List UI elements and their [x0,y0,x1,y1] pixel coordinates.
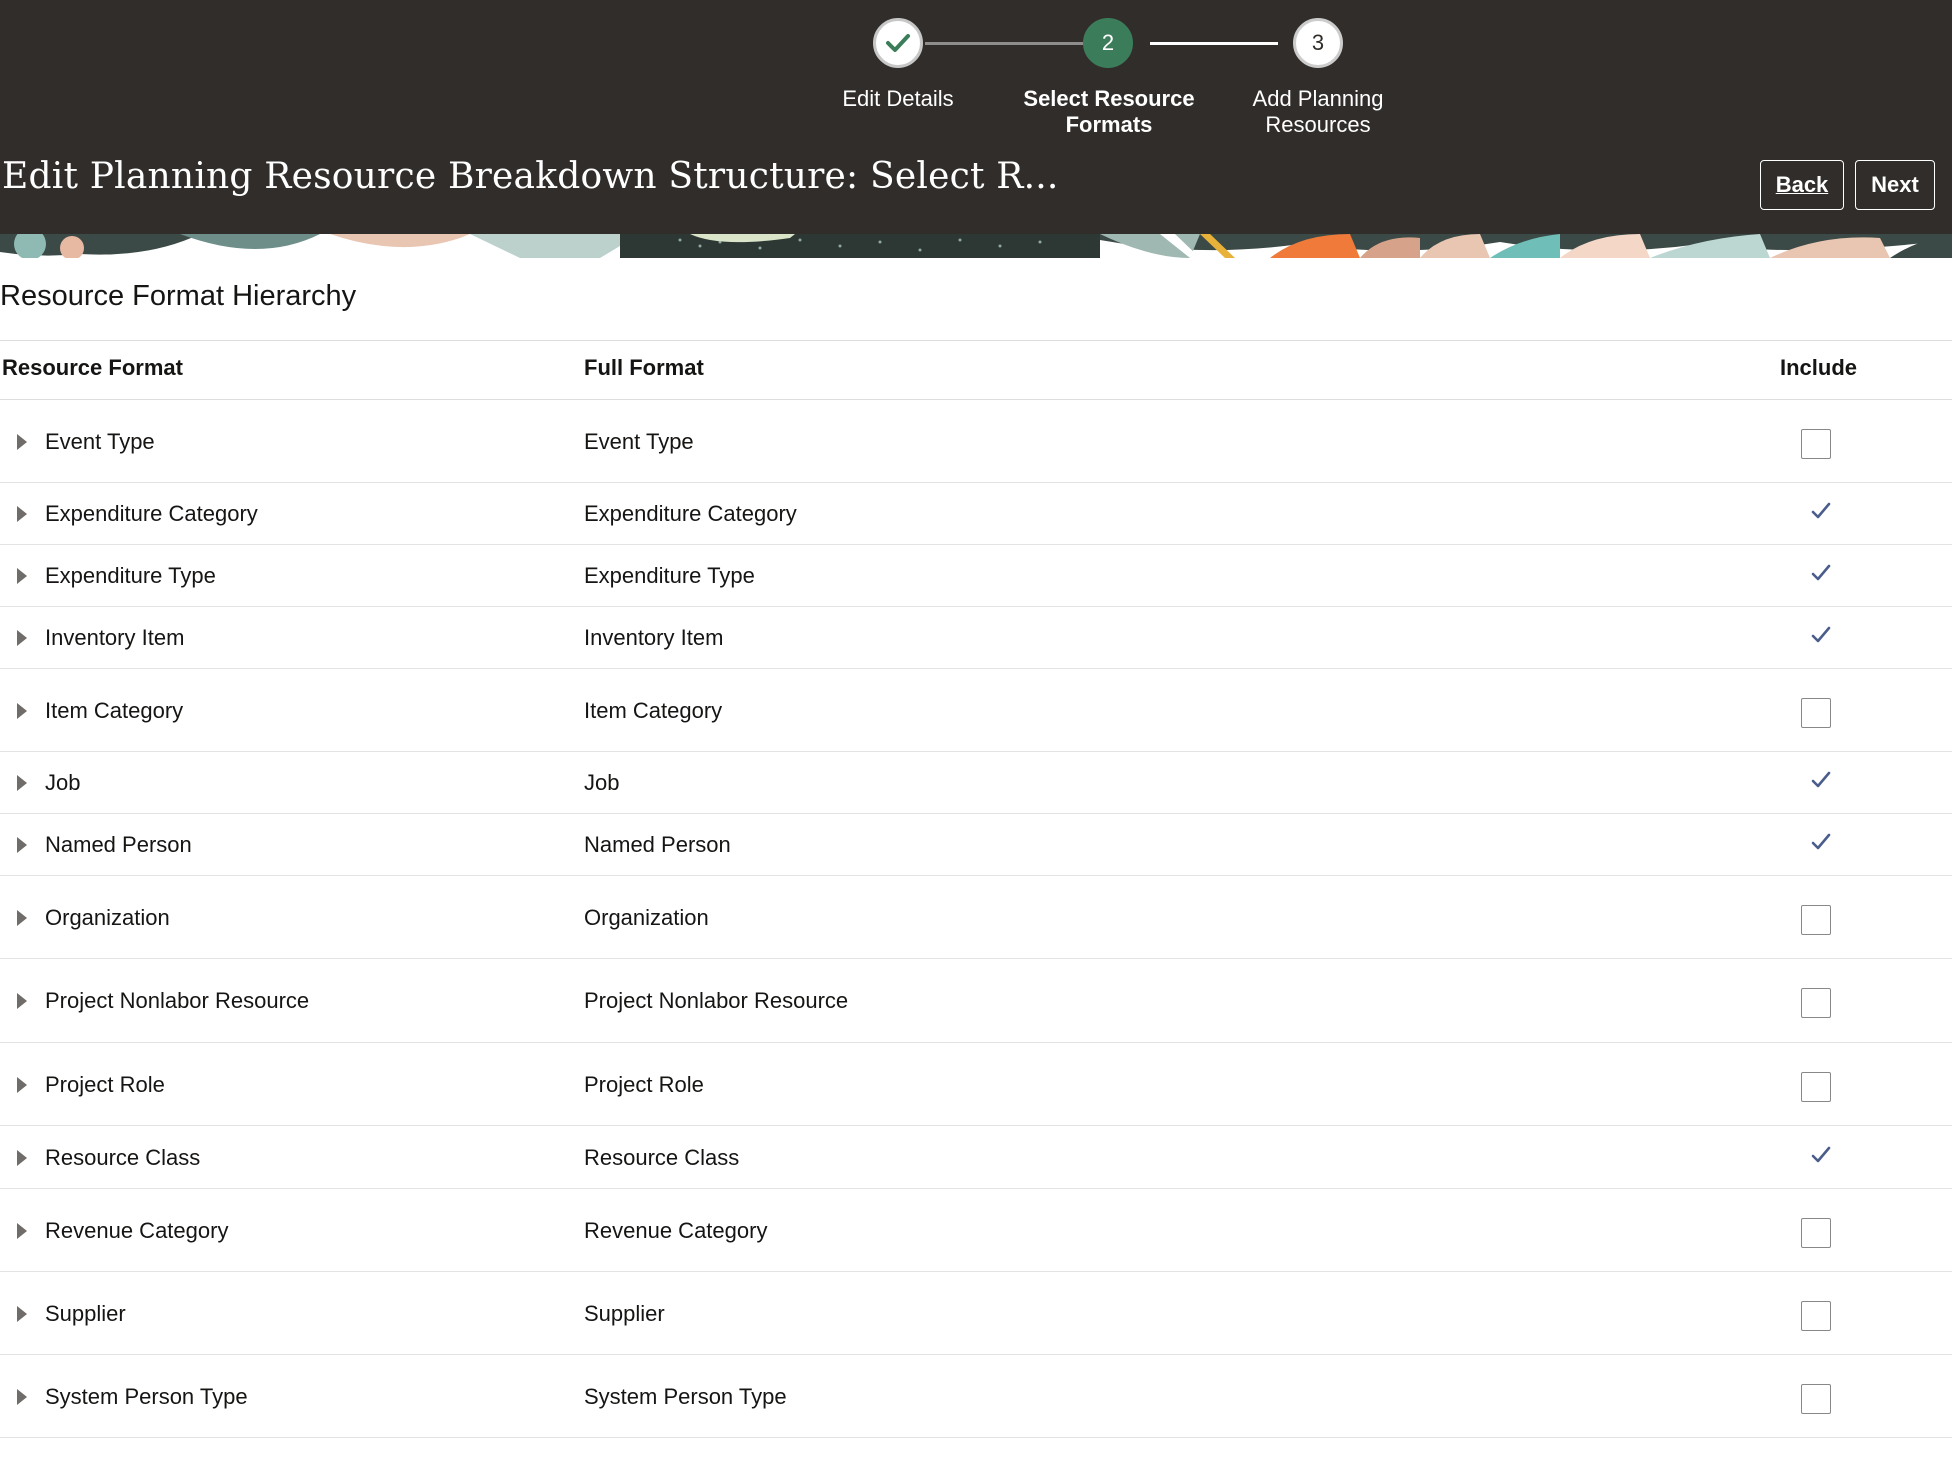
expand-row-icon[interactable] [17,775,27,791]
train-stop-add-planning-resources[interactable]: 3 [1293,18,1343,68]
page-title: Edit Planning Resource Breakdown Structu… [2,156,1059,197]
page-header: 2 3 Edit Details Select Resource Formats… [0,0,1952,234]
train-connector-1 [925,42,1085,45]
table-row[interactable]: Inventory Item Inventory Item [0,607,1952,669]
resource-format-cell: Item Category [45,697,184,723]
expand-row-icon[interactable] [17,568,27,584]
table-row[interactable]: Expenditure Type Expenditure Type [0,545,1952,607]
expand-row-icon[interactable] [17,506,27,522]
table-row[interactable]: Organization Organization [0,876,1952,959]
include-checkbox[interactable] [1801,904,1831,935]
train-label-edit-details[interactable]: Edit Details [788,86,1008,112]
full-format-cell: Item Category [584,697,723,723]
full-format-cell: Job [584,770,620,795]
resource-format-cell: Project Role [45,1071,165,1097]
expand-row-icon[interactable] [17,702,27,719]
resource-format-cell: System Person Type [45,1383,248,1409]
include-checked-icon[interactable] [1810,624,1832,646]
next-button-label: Next [1871,172,1919,197]
full-format-cell: Project Role [584,1071,704,1097]
resource-format-cell: Event Type [45,428,155,454]
train-label-select-resource-formats[interactable]: Select Resource Formats [1000,86,1218,138]
expand-row-icon[interactable] [17,1149,27,1166]
resource-format-cell: Inventory Item [45,625,185,650]
next-button[interactable]: Next [1855,160,1935,210]
resource-format-cell: Named Person [45,832,192,857]
include-checked-icon[interactable] [1810,1144,1832,1166]
resource-format-cell: Resource Class [45,1144,201,1170]
full-format-cell: Event Type [584,428,694,454]
column-header-include[interactable]: Include [1780,355,1857,381]
expand-row-icon[interactable] [17,630,27,646]
back-button-label: Back [1775,172,1829,197]
decorative-banner [0,234,1952,258]
include-checkbox[interactable] [1801,428,1831,459]
full-format-cell: Expenditure Category [584,501,797,526]
table-row[interactable]: Resource Class Resource Class [0,1126,1952,1189]
train-connector-2 [1150,42,1278,45]
table-row[interactable]: Item Category Item Category [0,669,1952,752]
resource-format-cell: Expenditure Category [45,501,258,526]
full-format-cell: Supplier [584,1300,665,1326]
resource-format-cell: Revenue Category [45,1217,229,1243]
resource-format-cell: Job [45,770,81,795]
expand-row-icon[interactable] [17,993,27,1009]
full-format-cell: Project Nonlabor Resource [584,988,849,1013]
train-stop-number: 3 [1311,30,1325,55]
table-row[interactable]: Event Type Event Type [0,400,1952,483]
table-row[interactable]: System Person Type System Person Type [0,1355,1952,1438]
table-row[interactable]: Revenue Category Revenue Category [0,1189,1952,1272]
include-checked-icon[interactable] [1810,562,1832,584]
train-stop-select-resource-formats[interactable]: 2 [1083,18,1133,68]
expand-row-icon[interactable] [17,909,27,926]
table-row[interactable]: Expenditure Category Expenditure Category [0,483,1952,545]
full-format-cell: Expenditure Type [584,563,755,588]
include-checked-icon[interactable] [1810,769,1832,791]
train-stop-edit-details[interactable] [873,18,923,68]
table-row[interactable]: Supplier Supplier [0,1272,1952,1355]
section-divider [0,340,1952,341]
column-header-resource-format[interactable]: Resource Format [2,355,183,381]
resource-format-cell: Organization [45,904,170,930]
include-checked-icon[interactable] [1810,500,1832,522]
resource-format-cell: Supplier [45,1300,126,1326]
table-row[interactable]: Named Person Named Person [0,814,1952,876]
full-format-cell: Revenue Category [584,1217,768,1243]
full-format-cell: Resource Class [584,1144,740,1170]
include-checked-icon[interactable] [1810,831,1832,853]
section-title: Resource Format Hierarchy [0,280,357,312]
banner-pattern [0,234,1952,258]
full-format-cell: System Person Type [584,1383,787,1409]
full-format-cell: Named Person [584,832,731,857]
back-button[interactable]: Back [1760,160,1844,210]
include-checkbox[interactable] [1801,988,1831,1018]
table-row[interactable]: Project Nonlabor Resource Project Nonlabo… [0,959,1952,1043]
table-row[interactable]: Project Role Project Role [0,1043,1952,1126]
expand-row-icon[interactable] [17,1305,27,1322]
include-checkbox[interactable] [1801,1383,1831,1414]
resource-format-cell: Expenditure Type [45,563,216,588]
column-header-full-format[interactable]: Full Format [584,355,704,381]
train-navigation: 2 3 Edit Details Select Resource Formats… [0,0,1952,150]
check-icon [886,34,910,52]
include-checkbox[interactable] [1801,1217,1831,1248]
include-checkbox[interactable] [1801,1071,1831,1102]
full-format-cell: Organization [584,904,709,930]
train-label-add-planning-resources[interactable]: Add Planning Resources [1230,86,1406,138]
expand-row-icon[interactable] [17,1388,27,1405]
expand-row-icon[interactable] [17,433,27,450]
resource-format-cell: Project Nonlabor Resource [45,988,310,1013]
expand-row-icon[interactable] [17,837,27,853]
expand-row-icon[interactable] [17,1076,27,1093]
train-stop-number: 2 [1101,30,1115,55]
include-checkbox[interactable] [1801,1300,1831,1331]
include-checkbox[interactable] [1801,697,1831,728]
full-format-cell: Inventory Item [584,625,724,650]
expand-row-icon[interactable] [17,1222,27,1239]
table-row[interactable]: Job Job [0,752,1952,814]
